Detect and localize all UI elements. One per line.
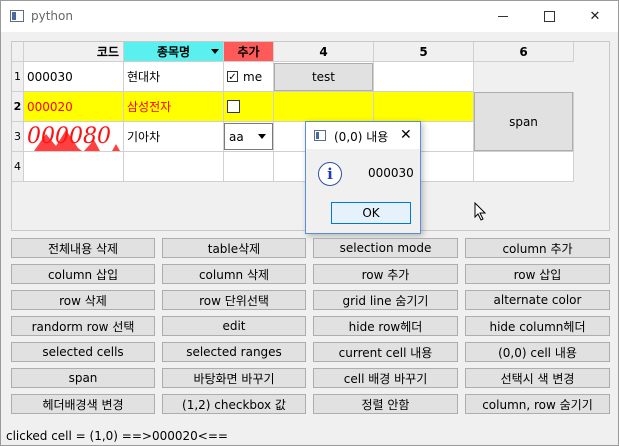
row-insert-button[interactable]: row 삽입	[465, 264, 610, 284]
cell-3-code-text: 000080	[27, 124, 111, 149]
column-row-hide-button[interactable]: column, row 숨기기	[465, 394, 610, 414]
row-header-1[interactable]: 1	[12, 62, 24, 92]
main-window: python ✕ 코드 종목명 추가 4 5 6 1 2 3 4 000030 …	[0, 0, 619, 446]
column-add-button[interactable]: column 추가	[465, 238, 610, 258]
cell-background-change-button[interactable]: cell 배경 바꾸기	[313, 368, 458, 388]
mouse-cursor-icon	[474, 202, 486, 221]
row-select-button[interactable]: row 단위선택	[162, 290, 306, 310]
column-header-name-label: 종목명	[156, 45, 191, 59]
column-header-5[interactable]: 5	[374, 42, 474, 62]
test-button[interactable]: test	[274, 63, 373, 91]
hide-row-header-button[interactable]: hide row헤더	[313, 316, 458, 336]
cell-1-name[interactable]: 현대차	[124, 62, 224, 92]
dialog-ok-button[interactable]: OK	[331, 202, 411, 224]
app-icon	[10, 10, 24, 22]
selected-cells-button[interactable]: selected cells	[11, 342, 155, 362]
cell-1-add[interactable]: ✓ me	[224, 62, 274, 92]
column-header-6[interactable]: 6	[474, 42, 574, 62]
checkbox-row1[interactable]: ✓	[227, 71, 238, 83]
selection-mode-button[interactable]: selection mode	[313, 238, 458, 258]
dialog-title: (0,0) 내용	[334, 130, 389, 144]
dialog-title-bar: (0,0) 내용 ✕	[306, 122, 420, 149]
chevron-down-icon	[258, 134, 266, 139]
cell-1-code[interactable]: 000030	[24, 62, 124, 92]
dialog-message: 000030	[368, 166, 414, 180]
row-header-4[interactable]: 4	[12, 152, 24, 182]
table-delete-button[interactable]: table삭제	[162, 238, 306, 258]
alternate-color-button[interactable]: alternate color	[465, 290, 610, 310]
hide-column-header-button[interactable]: hide column헤더	[465, 316, 610, 336]
title-bar: python ✕	[1, 1, 618, 32]
cell-0-0-content-button[interactable]: (0,0) cell 내용	[465, 342, 610, 362]
combo-row3[interactable]: aa	[224, 123, 273, 150]
column-header-4[interactable]: 4	[274, 42, 374, 62]
minimize-icon	[498, 16, 508, 17]
span-button[interactable]: span	[11, 368, 155, 388]
delete-all-content-button[interactable]: 전체내용 삭제	[11, 238, 155, 258]
row-header-3[interactable]: 3	[12, 122, 24, 152]
grid-line-hide-button[interactable]: grid line 숨기기	[313, 290, 458, 310]
table-corner[interactable]	[12, 42, 24, 62]
column-header-code[interactable]: 코드	[24, 42, 124, 62]
column-insert-button[interactable]: column 삽입	[11, 264, 155, 284]
dialog-close-icon[interactable]: ✕	[400, 127, 412, 143]
sort-indicator-icon	[211, 49, 219, 54]
current-cell-content-button[interactable]: current cell 내용	[313, 342, 458, 362]
cell-4-code[interactable]	[24, 152, 124, 182]
column-header-name[interactable]: 종목명	[124, 42, 224, 62]
cell-4-name[interactable]	[124, 152, 224, 182]
column-delete-button[interactable]: column 삭제	[162, 264, 306, 284]
cell-3-code[interactable]: 000080	[24, 122, 124, 152]
minimize-button[interactable]	[480, 1, 526, 32]
message-dialog: (0,0) 내용 ✕ i 000030 OK	[305, 121, 421, 234]
status-bar: clicked cell = (1,0) ==>000020<==	[6, 429, 228, 443]
dialog-app-icon	[314, 130, 326, 141]
span-cell-button[interactable]: span	[474, 92, 573, 151]
close-icon: ✕	[589, 9, 601, 24]
checkbox-row2[interactable]	[227, 100, 240, 113]
no-sort-button[interactable]: 정렬 안함	[313, 394, 458, 414]
selected-ranges-button[interactable]: selected ranges	[162, 342, 306, 362]
cell-2-add[interactable]	[224, 92, 274, 122]
cell-4-add[interactable]	[224, 152, 274, 182]
change-background-button[interactable]: 바탕화면 바꾸기	[162, 368, 306, 388]
row-header-2[interactable]: 2	[12, 92, 24, 122]
window-title: python	[31, 9, 73, 23]
cell-3-name[interactable]: 기아차	[124, 122, 224, 152]
close-button[interactable]: ✕	[572, 1, 618, 32]
combo-row3-value: aa	[229, 129, 244, 144]
column-header-add[interactable]: 추가	[224, 42, 274, 62]
cell-2-col4[interactable]	[274, 92, 374, 122]
information-icon: i	[318, 162, 342, 186]
checkbox-value-button[interactable]: (1,2) checkbox 값	[162, 394, 306, 414]
cell-1-col5[interactable]	[374, 62, 474, 92]
cell-2-col5[interactable]	[374, 92, 474, 122]
edit-button[interactable]: edit	[162, 316, 306, 336]
header-bg-color-change-button[interactable]: 헤더배경색 변경	[11, 394, 155, 414]
cell-2-code[interactable]: 000020	[24, 92, 124, 122]
checkbox-row1-label: me	[243, 69, 263, 84]
maximize-icon	[543, 11, 555, 22]
maximize-button[interactable]	[526, 1, 572, 32]
row-add-button[interactable]: row 추가	[313, 264, 458, 284]
cell-4-col6[interactable]	[474, 152, 574, 182]
row-delete-button[interactable]: row 삭제	[11, 290, 155, 310]
random-row-select-button[interactable]: randorm row 선택	[11, 316, 155, 336]
cell-2-name[interactable]: 삼성전자	[124, 92, 224, 122]
selection-color-change-button[interactable]: 선택시 색 변경	[465, 368, 610, 388]
